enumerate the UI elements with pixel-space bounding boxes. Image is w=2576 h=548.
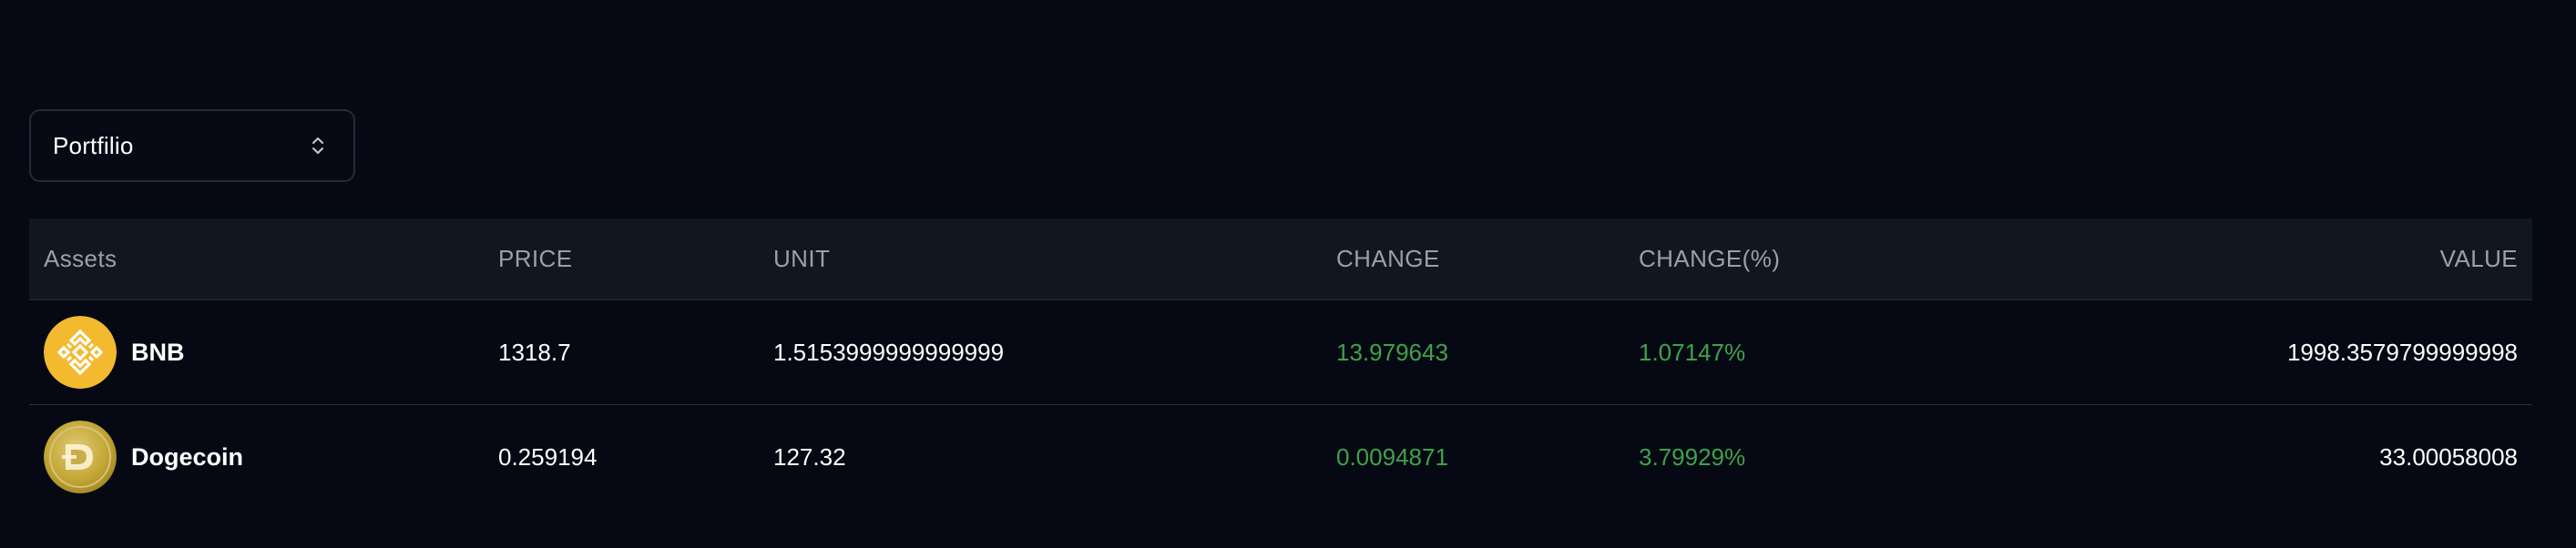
assets-table: Assets PRICE UNIT CHANGE CHANGE(%) VALUE xyxy=(29,218,2532,509)
header-change: CHANGE xyxy=(1336,245,1440,272)
bnb-logo-icon xyxy=(44,316,117,389)
change-cell: 0.0094871 xyxy=(1336,442,1448,471)
chevron-up-down-icon xyxy=(310,133,326,158)
header-value: VALUE xyxy=(2439,245,2518,272)
header-price: PRICE xyxy=(498,245,573,272)
value-cell: 1998.3579799999998 xyxy=(2286,338,2518,366)
table-row[interactable]: BNB 1318.7 1.5153999999999999 13.979643 … xyxy=(29,300,2532,405)
price-cell: 1318.7 xyxy=(498,338,571,366)
table-row[interactable]: Dogecoin 0.259194 127.32 0.0094871 3.799… xyxy=(29,405,2532,509)
value-cell: 33.00058008 xyxy=(2379,442,2518,471)
dogecoin-logo-icon xyxy=(44,421,117,493)
price-cell: 0.259194 xyxy=(498,442,598,471)
asset-cell: Dogecoin xyxy=(29,421,498,493)
change-pct-cell: 1.07147% xyxy=(1639,338,1746,366)
unit-cell: 127.32 xyxy=(773,442,846,471)
asset-cell: BNB xyxy=(29,316,498,389)
header-change-pct: CHANGE(%) xyxy=(1639,245,1781,272)
portfolio-page: Portfilio Assets PRICE UNIT CHANGE CHANG… xyxy=(0,0,2576,548)
asset-name: Dogecoin xyxy=(131,442,244,471)
change-pct-cell: 3.79929% xyxy=(1639,442,1746,471)
portfolio-select[interactable]: Portfilio xyxy=(29,109,355,182)
header-assets: Assets xyxy=(44,245,118,272)
header-unit: UNIT xyxy=(773,245,831,272)
asset-name: BNB xyxy=(131,338,185,366)
table-header: Assets PRICE UNIT CHANGE CHANGE(%) VALUE xyxy=(29,218,2532,300)
change-cell: 13.979643 xyxy=(1336,338,1448,366)
portfolio-select-label: Portfilio xyxy=(53,131,134,159)
unit-cell: 1.5153999999999999 xyxy=(773,338,1005,366)
